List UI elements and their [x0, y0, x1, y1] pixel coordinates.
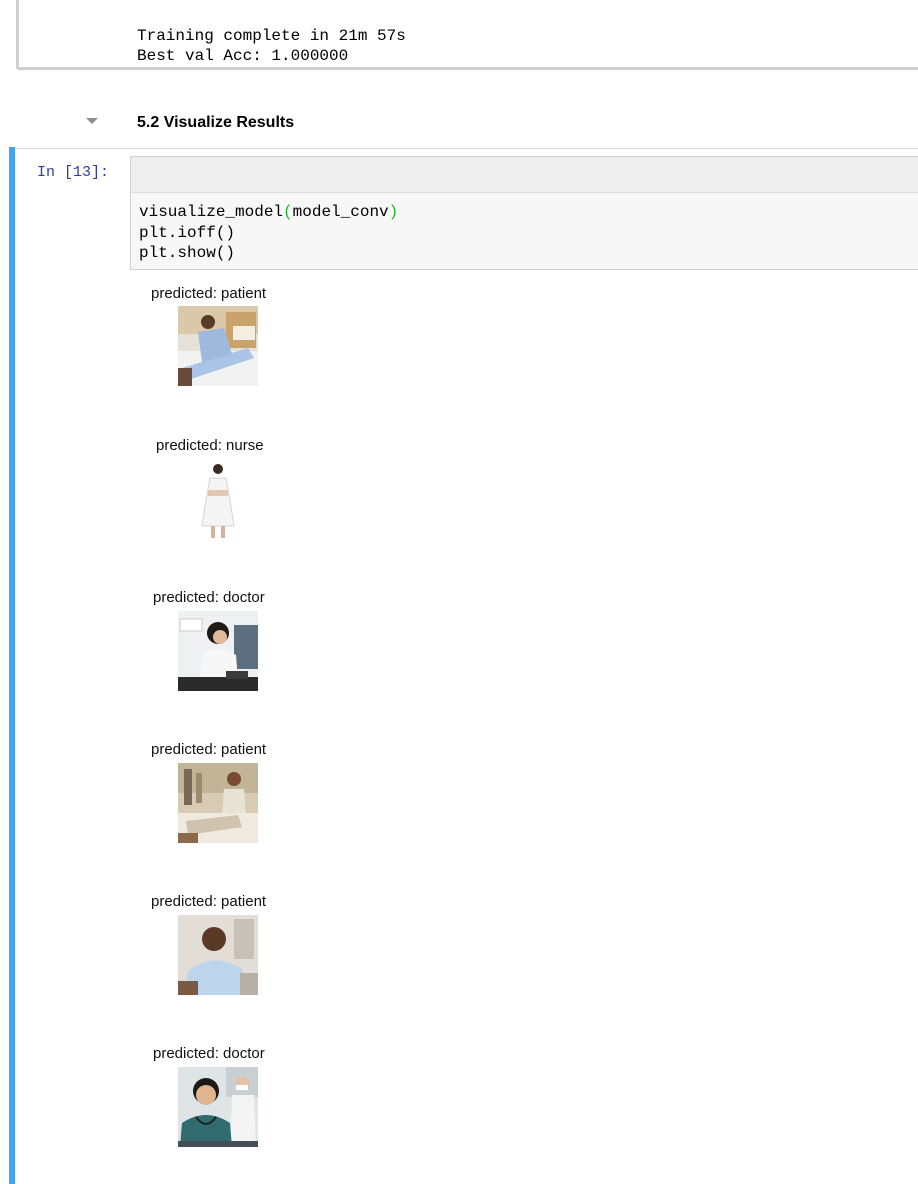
output-text-line: Best val Acc: 1.000000: [137, 47, 349, 65]
doctor-at-desk-photo: [178, 611, 258, 691]
code-function-name: visualize_model: [139, 203, 284, 221]
code-line-1[interactable]: visualize_model(model_conv): [139, 202, 398, 223]
previous-output-area: Training complete in 21m 57s Best val Ac…: [16, 0, 918, 70]
collapse-caret-icon[interactable]: [86, 118, 98, 124]
seated-patient-photo: [178, 915, 258, 995]
code-paren-close: ): [388, 203, 399, 221]
patient-in-ward-photo: [178, 763, 258, 843]
patient-in-hospital-bed-photo: [178, 306, 258, 386]
code-cell-toolbar-band: [131, 157, 918, 193]
output-text-line: Training complete in 21m 57s: [137, 27, 406, 45]
prediction-label: predicted: doctor: [153, 589, 265, 606]
cell-divider: [10, 148, 918, 149]
code-line-2[interactable]: plt.ioff(): [139, 223, 235, 244]
selected-cell-indicator: [9, 147, 15, 1184]
prediction-label: predicted: patient: [151, 285, 267, 302]
prediction-label: predicted: nurse: [156, 437, 264, 454]
code-input-area[interactable]: visualize_model(model_conv) plt.ioff() p…: [130, 156, 918, 270]
code-paren-open: (: [283, 203, 293, 221]
prediction-label: predicted: patient: [151, 893, 267, 910]
prediction-label: predicted: patient: [151, 741, 267, 758]
prediction-label: predicted: doctor: [153, 1045, 265, 1062]
doctor-with-stethoscope-photo: [178, 1067, 258, 1147]
nurse-in-white-uniform-photo: [178, 460, 258, 540]
code-line-3[interactable]: plt.show(): [139, 243, 235, 264]
section-heading: 5.2 Visualize Results: [137, 114, 295, 131]
input-prompt: In [13]:: [37, 164, 110, 181]
code-argument: model_conv: [292, 203, 389, 221]
